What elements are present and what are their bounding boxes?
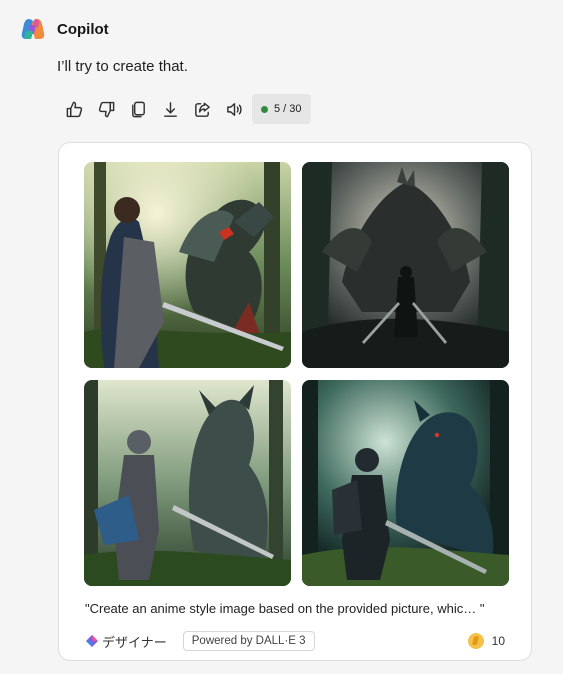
designer-icon — [86, 635, 98, 647]
assistant-name: Copilot — [57, 20, 109, 38]
message-actions: 5 / 30 — [58, 93, 311, 125]
powered-by-badge: Powered by DALL·E 3 — [182, 631, 315, 651]
share-button[interactable] — [186, 93, 218, 125]
generated-image-4[interactable] — [302, 380, 509, 586]
turn-counter: 5 / 30 — [252, 94, 311, 124]
boost-counter: 10 — [467, 633, 505, 649]
speaker-icon — [226, 102, 242, 116]
response-text: I’ll try to create that. — [57, 58, 188, 75]
designer-link[interactable]: デザイナー — [85, 632, 167, 651]
boost-coin-icon — [467, 633, 484, 649]
copy-button[interactable] — [122, 93, 154, 125]
thumbs-down-button[interactable] — [90, 93, 122, 125]
generated-image-2[interactable] — [302, 162, 509, 368]
status-dot — [261, 105, 268, 113]
download-icon — [163, 101, 177, 117]
generated-image-1[interactable] — [84, 162, 291, 368]
generated-image-3[interactable] — [84, 380, 291, 586]
boost-count: 10 — [491, 634, 505, 648]
image-creator-card: "Create an anime style image based on th… — [58, 142, 532, 661]
turn-counter-text: 5 / 30 — [274, 103, 302, 115]
thumbs-down-icon — [98, 101, 114, 117]
share-icon — [194, 102, 210, 117]
image-prompt[interactable]: "Create an anime style image based on th… — [85, 601, 484, 616]
download-button[interactable] — [154, 93, 186, 125]
designer-label: デザイナー — [102, 634, 167, 650]
copy-icon — [131, 101, 145, 117]
card-footer: デザイナー Powered by DALL·E 3 10 — [85, 629, 505, 653]
read-aloud-button[interactable] — [218, 93, 250, 125]
thumbs-up-icon — [66, 101, 82, 117]
copilot-header: Copilot — [20, 16, 109, 42]
thumbs-up-button[interactable] — [58, 93, 90, 125]
copilot-logo-icon — [20, 16, 46, 42]
